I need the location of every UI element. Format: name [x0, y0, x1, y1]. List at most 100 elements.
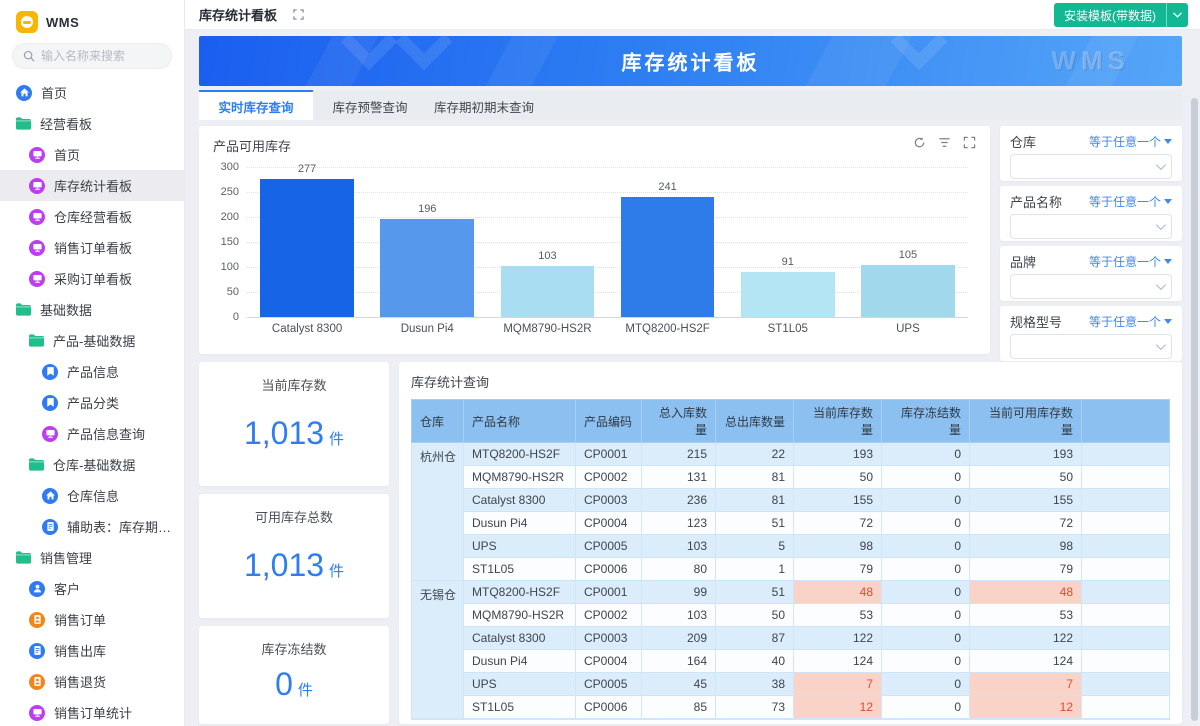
sidebar-item-7[interactable]: 基础数据	[0, 294, 184, 325]
sidebar-item-5[interactable]: 销售订单看板	[0, 232, 184, 263]
filter-operator-link[interactable]: 等于任意一个	[1089, 313, 1172, 330]
table-cell: 164	[641, 649, 716, 673]
table-cell: 79	[969, 557, 1082, 581]
table-cell: 0	[881, 488, 970, 512]
sidebar-item-14[interactable]: 辅助表：库存期初期末...	[0, 511, 184, 542]
table-title: 库存统计查询	[411, 375, 490, 390]
filter-operator-link[interactable]: 等于任意一个	[1089, 133, 1172, 150]
tab-2[interactable]: 库存期初期末查询	[427, 90, 541, 120]
chevron-down-icon	[1155, 340, 1166, 351]
vertical-scrollbar[interactable]	[1191, 98, 1198, 721]
sidebar-item-8[interactable]: 产品-基础数据	[0, 325, 184, 356]
sidebar-item-16[interactable]: 客户	[0, 573, 184, 604]
sidebar-search[interactable]	[12, 43, 172, 69]
dashboard-content: 库存统计看板 WMS 实时库存查询 库存预警查询 库存期初期末查询 产品可用库存 0…	[185, 30, 1200, 726]
caret-down-icon	[1164, 258, 1172, 264]
table-cell: 7	[793, 672, 882, 696]
sidebar-item-label: 销售订单统计	[54, 706, 133, 721]
filter-operator-link[interactable]: 等于任意一个	[1089, 193, 1172, 210]
table-row[interactable]: MQM8790-HS2R CP0002 103 50 53 0 53	[412, 603, 1170, 627]
table-cell: 51	[715, 580, 794, 604]
filter-icon[interactable]	[938, 136, 951, 149]
table-cell: 122	[969, 626, 1082, 650]
column-header	[1081, 399, 1170, 443]
table-cell: MTQ8200-HS2F	[463, 442, 576, 466]
tab-1[interactable]: 库存预警查询	[313, 90, 427, 120]
bar-value-label: 105	[898, 248, 918, 261]
table-cell: ST1L05	[463, 557, 576, 581]
table-row[interactable]: 无锡仓 MTQ8200-HS2F CP0001 99 51 48 0 48	[411, 580, 1170, 719]
sidebar-item-15[interactable]: 销售管理	[0, 542, 184, 573]
sidebar-item-18[interactable]: 销售出库	[0, 635, 184, 666]
sidebar-item-10[interactable]: 产品分类	[0, 387, 184, 418]
refresh-icon[interactable]	[913, 136, 926, 149]
table-row[interactable]: Catalyst 8300 CP0003 209 87 122 0 122	[412, 626, 1170, 650]
sidebar-item-label: 产品信息	[67, 365, 120, 380]
table-cell: 50	[969, 465, 1082, 489]
table-row[interactable]: UPS CP0005 103 5 98 0 98	[412, 534, 1170, 558]
sidebar-item-17[interactable]: 销售订单	[0, 604, 184, 635]
table-cell: 122	[793, 626, 882, 650]
bar-slot: 103	[487, 167, 607, 317]
table-cell: 48	[793, 580, 882, 604]
sidebar-item-label: 基础数据	[40, 303, 93, 318]
table-row[interactable]: ST1L05 CP0006 80 1 79 0 79	[412, 557, 1170, 581]
sidebar-item-19[interactable]: 销售退货	[0, 666, 184, 697]
stat-card-1: 可用库存总数 1,013 件	[199, 494, 389, 618]
table-row[interactable]: UPS CP0005 45 38 7 0 7	[412, 672, 1170, 696]
table-cell: CP0003	[575, 488, 642, 512]
bar-MQM8790-HS2R[interactable]: 103	[500, 250, 595, 317]
table-cell	[1081, 695, 1170, 719]
table-row[interactable]: MQM8790-HS2R CP0002 131 81 50 0 50	[412, 465, 1170, 489]
table-row[interactable]: Dusun Pi4 CP0004 123 51 72 0 72	[412, 511, 1170, 535]
fullscreen-icon[interactable]	[293, 9, 304, 20]
table-row[interactable]: Catalyst 8300 CP0003 236 81 155 0 155	[412, 488, 1170, 512]
bar-ST1L05[interactable]: 91	[740, 256, 835, 317]
bar-Catalyst 8300[interactable]: 277	[260, 163, 354, 317]
sidebar-item-20[interactable]: 销售订单统计	[0, 697, 184, 723]
table-row[interactable]: 杭州仓 MTQ8200-HS2F CP0001 215 22 193 0 193	[411, 442, 1170, 581]
stat-label: 库存冻结数	[261, 642, 327, 657]
sidebar-item-13[interactable]: 仓库信息	[0, 480, 184, 511]
page-tab-title[interactable]: 库存统计看板	[199, 5, 277, 24]
table-cell: CP0002	[575, 465, 642, 489]
install-template-split-button: 安装模板(带数据)	[1054, 3, 1188, 27]
sidebar-item-label: 销售出库	[54, 644, 107, 659]
filter-select[interactable]	[1010, 214, 1172, 239]
sidebar-item-0[interactable]: 首页	[0, 77, 184, 108]
filter-operator-link[interactable]: 等于任意一个	[1089, 253, 1172, 270]
bar-Dusun Pi4[interactable]: 196	[380, 203, 475, 317]
sidebar-item-4[interactable]: 仓库经营看板	[0, 201, 184, 232]
table-row[interactable]: ST1L05 CP0006 85 73 12 0 12	[412, 695, 1170, 719]
table-cell: Catalyst 8300	[463, 488, 576, 512]
sidebar-item-9[interactable]: 产品信息	[0, 356, 184, 387]
stat-card-0: 当前库存数 1,013 件	[199, 362, 389, 486]
bar-UPS[interactable]: 105	[861, 249, 955, 317]
x-axis-labels: Catalyst 8300 Dusun Pi4 MQM8790-HS2R MTQ820…	[247, 323, 968, 335]
warehouse-cell: 无锡仓	[411, 580, 464, 719]
table-row[interactable]: Dusun Pi4 CP0004 164 40 124 0 124	[412, 649, 1170, 673]
table-cell: CP0006	[575, 695, 642, 719]
sidebar-item-1[interactable]: 经营看板	[0, 108, 184, 139]
stat-label: 当前库存数	[261, 378, 327, 393]
sidebar-item-2[interactable]: 首页	[0, 139, 184, 170]
tab-0[interactable]: 实时库存查询	[199, 90, 313, 120]
sidebar-item-11[interactable]: 产品信息查询	[0, 418, 184, 449]
sidebar-item-6[interactable]: 采购订单看板	[0, 263, 184, 294]
filter-select[interactable]	[1010, 154, 1172, 179]
expand-icon[interactable]	[963, 136, 976, 149]
filter-select[interactable]	[1010, 274, 1172, 299]
search-input[interactable]	[41, 49, 161, 63]
bar-MTQ8200-HS2F[interactable]: 241	[620, 181, 715, 317]
install-template-button[interactable]: 安装模板(带数据)	[1054, 3, 1166, 27]
install-template-caret-button[interactable]	[1166, 3, 1188, 27]
sidebar-item-3[interactable]: 库存统计看板	[0, 170, 184, 201]
filter-select[interactable]	[1010, 334, 1172, 359]
table-cell: 85	[641, 695, 716, 719]
table-cell: CP0004	[575, 649, 642, 673]
table-cell: 124	[793, 649, 882, 673]
sidebar-item-12[interactable]: 仓库-基础数据	[0, 449, 184, 480]
table-cell	[1081, 557, 1170, 581]
filter-card-0: 仓库 等于任意一个	[1000, 126, 1182, 181]
inventory-table: 仓库 产品名称 产品编码 总入库数量 总出库数量 当前库存数量 库存冻结数量 当前可用库存数量…	[411, 399, 1170, 719]
